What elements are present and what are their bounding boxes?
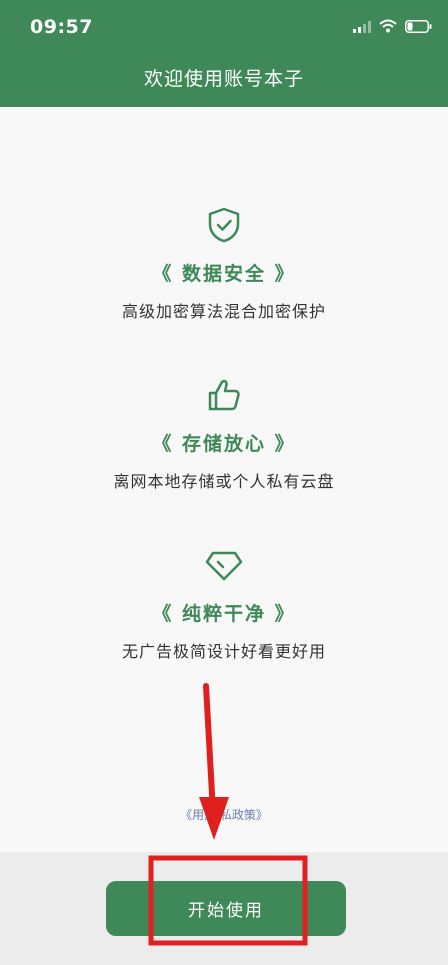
privacy-policy-link[interactable]: 《用户 私政策》 bbox=[0, 806, 448, 823]
screen: 09:57 欢迎使用账号本子 《 数据安全 》 高级加密算法混合加密保护 《 存… bbox=[0, 0, 448, 965]
feature-title: 《 存储放心 》 bbox=[152, 433, 296, 455]
feature-storage: 《 存储放心 》 离网本地存储或个人私有云盘 bbox=[0, 375, 448, 492]
diamond-icon bbox=[0, 545, 448, 589]
feature-title: 《 数据安全 》 bbox=[152, 263, 296, 285]
signal-icon bbox=[353, 18, 371, 37]
battery-icon bbox=[405, 18, 432, 37]
feature-clean: 《 纯粹干净 》 无广告极简设计好看更好用 bbox=[0, 545, 448, 662]
annotation-arrow-shaft bbox=[203, 683, 216, 815]
app-header: 09:57 欢迎使用账号本子 bbox=[0, 0, 448, 107]
feature-title: 《 纯粹干净 》 bbox=[152, 603, 296, 625]
feature-description: 高级加密算法混合加密保护 bbox=[121, 302, 326, 321]
wifi-icon bbox=[379, 18, 397, 37]
feature-description: 离网本地存储或个人私有云盘 bbox=[113, 472, 335, 491]
shield-check-icon bbox=[0, 205, 448, 249]
page-title: 欢迎使用账号本子 bbox=[143, 68, 304, 90]
status-time: 09:57 bbox=[30, 16, 93, 38]
status-icons bbox=[353, 18, 432, 37]
thumbs-up-icon bbox=[0, 375, 448, 419]
feature-data-security: 《 数据安全 》 高级加密算法混合加密保护 bbox=[0, 205, 448, 322]
feature-description: 无广告极简设计好看更好用 bbox=[121, 642, 326, 661]
start-button[interactable]: 开始使用 bbox=[106, 881, 346, 936]
